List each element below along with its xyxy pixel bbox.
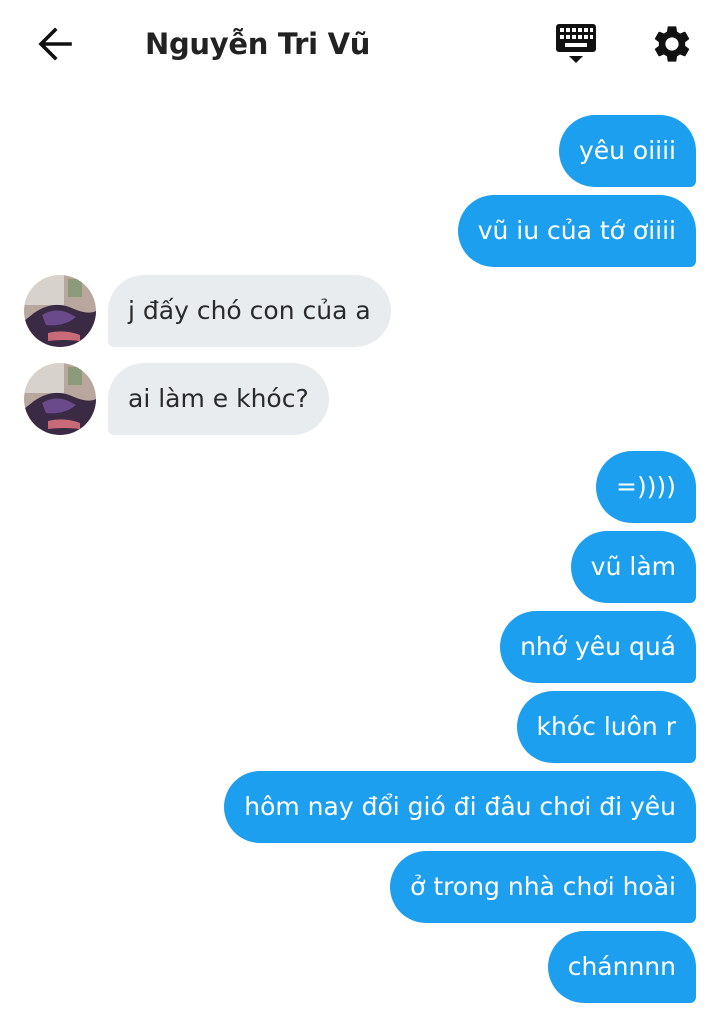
chat-screen: Nguyễn Tri Vũ yêu oiiii vũ iu của tớ ơii… (0, 0, 719, 1011)
avatar-image (24, 363, 96, 435)
outgoing-message[interactable]: =)))) (596, 451, 696, 523)
keyboard-icon (556, 24, 596, 63)
outgoing-message[interactable]: yêu oiiii (558, 115, 696, 187)
contact-avatar[interactable] (24, 363, 96, 435)
outgoing-message[interactable]: hôm nay đổi gió đi đâu chơi đi yêu (224, 771, 696, 843)
conversation-title: Nguyễn Tri Vũ (145, 27, 371, 61)
incoming-message[interactable]: j đấy chó con của a (108, 275, 391, 347)
outgoing-message[interactable]: vũ làm (570, 531, 696, 603)
back-button[interactable] (34, 24, 78, 64)
incoming-message[interactable]: ai làm e khóc? (108, 363, 329, 435)
settings-button[interactable] (650, 22, 694, 66)
outgoing-message[interactable]: nhớ yêu quá (500, 611, 696, 683)
top-bar: Nguyễn Tri Vũ (0, 0, 719, 88)
outgoing-message[interactable]: chánnnn (547, 931, 696, 1003)
outgoing-message[interactable]: ở trong nhà chơi hoài (390, 851, 696, 923)
keyboard-button[interactable] (553, 22, 599, 68)
outgoing-message[interactable]: khóc luôn r (516, 691, 696, 763)
avatar-image (24, 275, 96, 347)
outgoing-message[interactable]: vũ iu của tớ ơiiii (457, 195, 696, 267)
arrow-left-icon (38, 27, 72, 61)
contact-avatar[interactable] (24, 275, 96, 347)
gear-icon (654, 26, 690, 62)
